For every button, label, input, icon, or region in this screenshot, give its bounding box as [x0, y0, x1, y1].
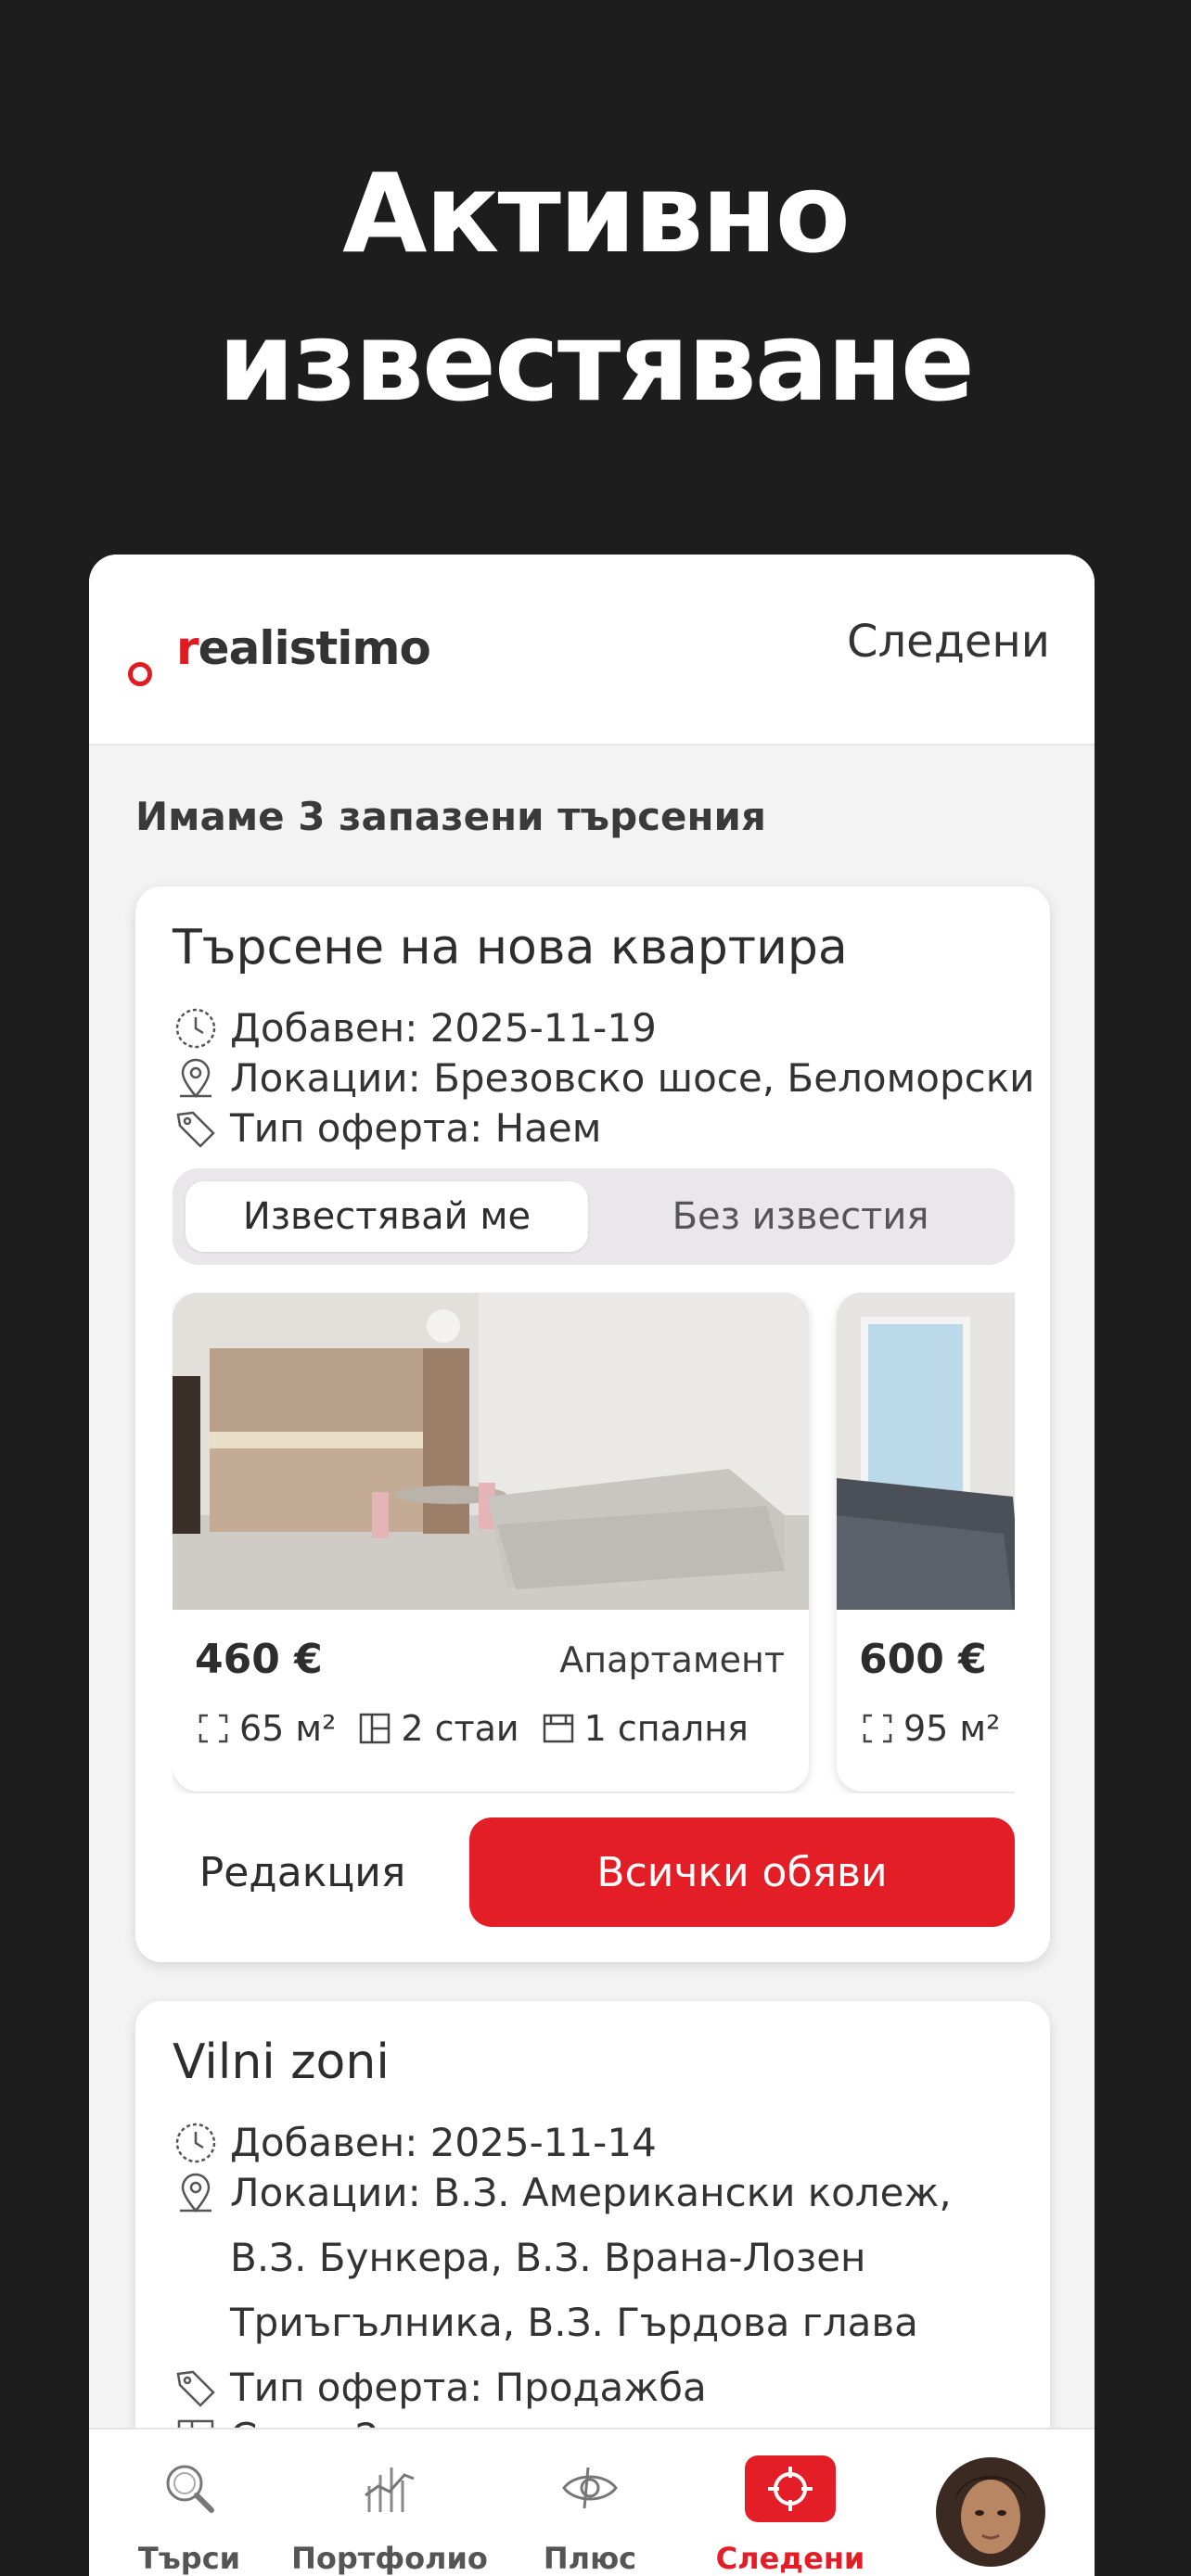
feature-bedrooms: 1 спалня [540, 1708, 749, 1749]
listing-card[interactable]: 460 € Апартамент 65 м² 2 стаи 1 спалня [173, 1293, 809, 1792]
promo-title-line2: известяване [218, 298, 975, 426]
notify-me-option[interactable]: Известявай ме [186, 1181, 588, 1252]
tab-followed[interactable]: Следени [690, 2429, 890, 2576]
tab-label: Търси [137, 2541, 241, 2576]
logo-circle-mark [128, 662, 152, 686]
edit-button[interactable]: Редакция [173, 1817, 432, 1927]
logo-text: ealistimo [198, 621, 431, 675]
portfolio-chart-icon [357, 2455, 422, 2520]
bottom-tab-bar: Търси Портфолио Плюс Следени [89, 2428, 1095, 2576]
promo-title-line1: Активно [342, 149, 851, 277]
notification-toggle: Известявай ме Без известия [173, 1168, 1015, 1265]
tab-label: Следени [715, 2541, 865, 2576]
feature-rooms: 2 стаи [356, 1708, 519, 1749]
app-screen: realistimo Следени Имаме 3 запазени търс… [89, 555, 1095, 2576]
feature-area: 65 м² [195, 1708, 336, 1749]
listing-price: 600 € [859, 1636, 987, 1683]
area-icon [863, 1714, 892, 1743]
listing-features: 65 м² 2 стаи 1 спалня [195, 1708, 769, 1749]
tab-plus[interactable]: Плюс [490, 2429, 690, 2576]
listing-type: Апартамент [559, 1639, 785, 1680]
avatar [936, 2457, 1045, 2567]
promo-title: Активно известяване [0, 139, 1191, 436]
target-icon [745, 2455, 836, 2522]
listings-carousel[interactable]: 460 € Апартамент 65 м² 2 стаи 1 спалня 6… [173, 1293, 1015, 1793]
search-icon [157, 2455, 222, 2520]
tab-search[interactable]: Търси [89, 2429, 289, 2576]
clock-icon [175, 2123, 216, 2163]
listing-card[interactable]: 600 € 95 м² [837, 1293, 1015, 1792]
feature-area: 95 м² [859, 1708, 1000, 1749]
bed-icon [543, 1714, 573, 1743]
listing-rooms: 2 стаи [401, 1708, 519, 1749]
saved-search-card: Търсене на нова квартира Добавен: 2025-1… [135, 886, 1050, 1962]
saved-search-title: Търсене на нова квартира [173, 920, 848, 976]
logo-letter-r: r [176, 621, 199, 675]
meta-locations: Локации: В.З. Американски колеж, В.З. Бу… [173, 2161, 1007, 2355]
all-listings-button[interactable]: Всички обяви [469, 1817, 1015, 1927]
listing-area: 65 м² [239, 1708, 337, 1749]
locations: Локации: В.З. Американски колеж, В.З. Бу… [230, 2170, 952, 2345]
location-pin-icon [180, 1058, 211, 1098]
location-pin-icon [180, 2173, 211, 2213]
listing-photo [837, 1293, 1015, 1610]
eye-plus-icon [557, 2455, 622, 2520]
floorplan-icon [360, 1713, 391, 1744]
listing-bedrooms: 1 спалня [583, 1708, 749, 1749]
listing-features: 95 м² [859, 1708, 1015, 1749]
offer-type: Тип оферта: Наем [230, 1105, 602, 1151]
app-header: realistimo Следени [89, 555, 1095, 746]
clock-icon [175, 1008, 216, 1049]
listing-area: 95 м² [903, 1708, 1001, 1749]
meta-offer-type: Тип оферта: Наем [173, 1096, 1007, 1161]
listing-photo [173, 1293, 809, 1610]
price-tag-icon [176, 1111, 215, 1148]
tab-profile[interactable] [890, 2429, 1091, 2576]
no-notifications-option[interactable]: Без известия [599, 1181, 1002, 1252]
logo-wordmark: realistimo [176, 621, 431, 675]
tab-label: Портфолио [291, 2541, 488, 2576]
area-icon [198, 1714, 228, 1743]
listing-price: 460 € [195, 1636, 323, 1683]
price-tag-icon [176, 2370, 215, 2407]
page-title: Следени [846, 616, 1050, 668]
saved-search-title: Vilni zoni [173, 2034, 390, 2090]
tab-label: Плюс [543, 2541, 637, 2576]
saved-searches-count: Имаме 3 запазени търсения [135, 794, 766, 839]
tab-portfolio[interactable]: Портфолио [289, 2429, 490, 2576]
